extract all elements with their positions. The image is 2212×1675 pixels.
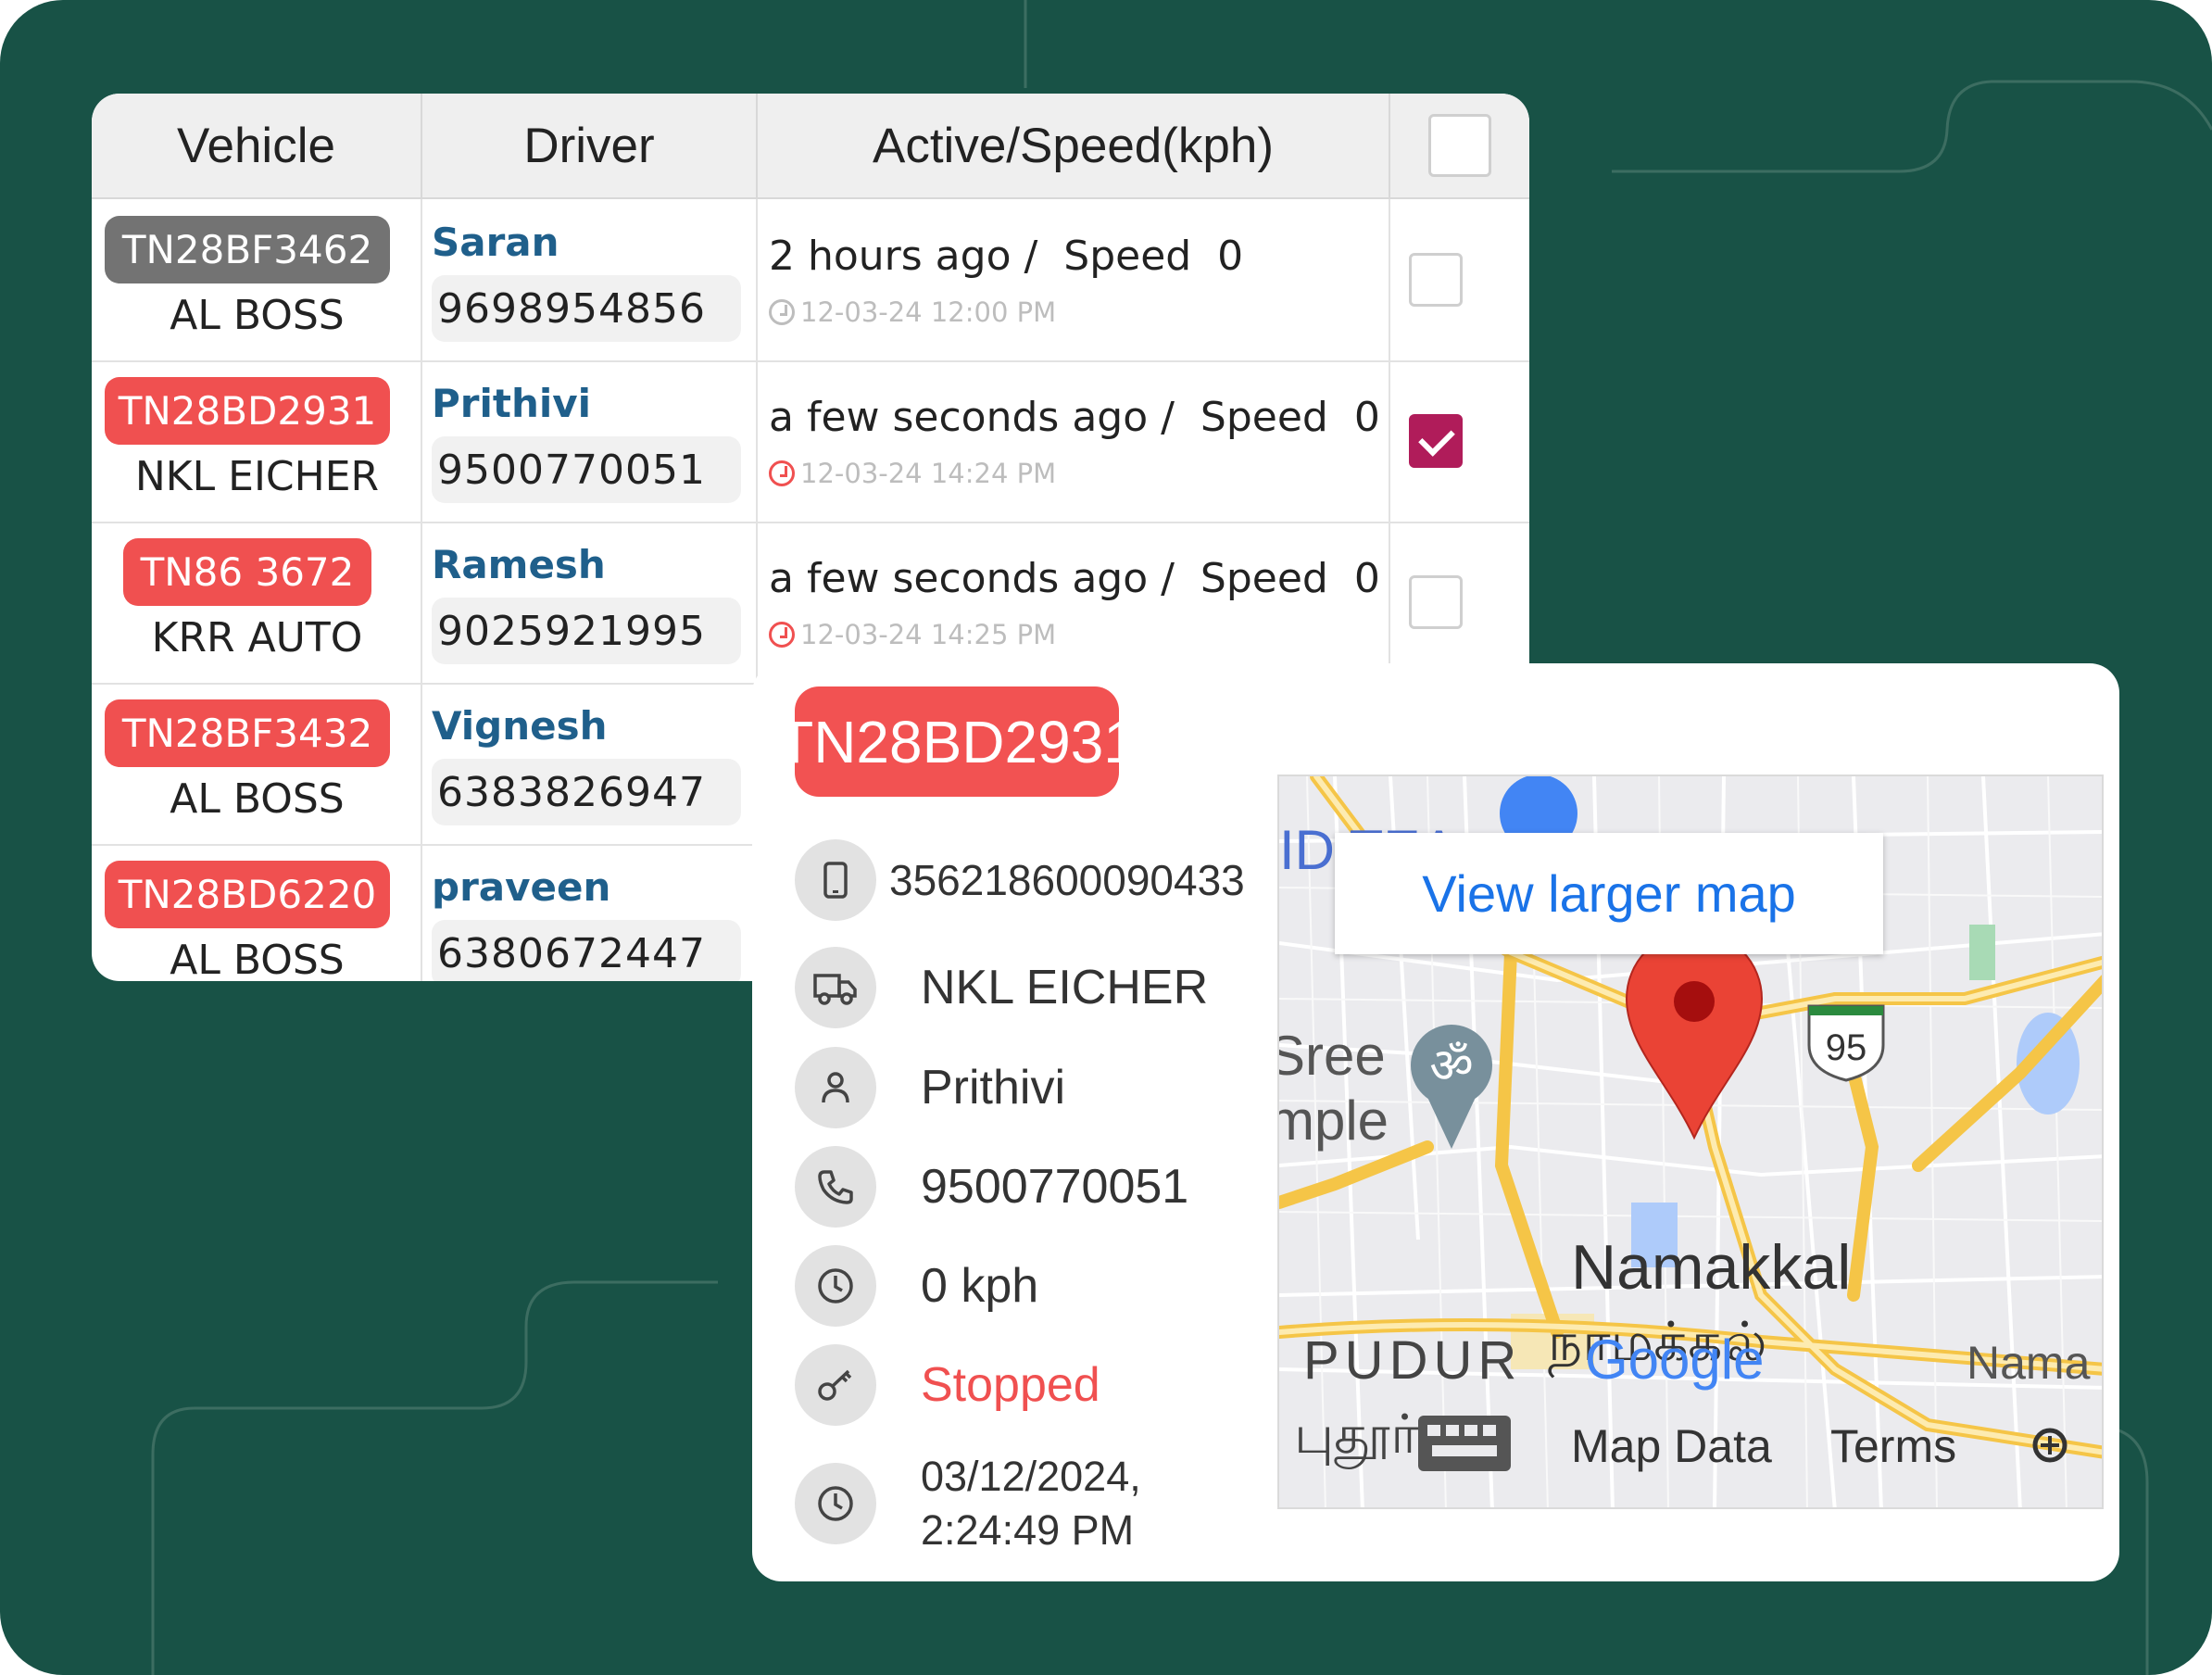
speed-value: 0 kph [921,1259,1039,1313]
last-update: 12-03-24 12:00 PM [769,296,1056,328]
phone-device-icon [795,839,876,921]
vehicle-name: KRR AUTO [151,614,363,661]
table-row[interactable]: TN28BD2931 NKL EICHER Prithivi 950077005… [92,360,1529,523]
plate-badge[interactable]: TN28BF3462 [105,216,390,283]
column-header-vehicle[interactable]: Vehicle [92,94,422,197]
row-checkbox[interactable] [1409,414,1463,468]
datetime-row: 03/12/2024, 2:24:49 PM [795,1453,1141,1554]
truck-icon [795,947,876,1028]
map-label-sree: Sree [1279,1025,1386,1087]
map-label-mple: mple [1279,1089,1389,1152]
column-header-select [1390,94,1529,197]
imei-value: 356218600090433 [889,856,1245,904]
last-update: 12-03-24 14:25 PM [769,619,1056,650]
driver-name[interactable]: praveen [432,864,610,910]
table-row[interactable]: TN28BF3462 AL BOSS Saran 9698954856 2 ho… [92,199,1529,362]
driver-cell: Prithivi 9500770051 [422,360,758,522]
temple-icon: ॐ [1429,1039,1473,1094]
phone-row: 9500770051 [795,1145,1188,1228]
timestamp: 12-03-24 14:25 PM [800,619,1057,650]
table-header: Vehicle Driver Active/Speed(kph) [92,94,1529,199]
clock-icon [795,1245,876,1327]
datetime-value: 03/12/2024, 2:24:49 PM [921,1450,1141,1557]
driver-cell: Saran 9698954856 [422,199,758,360]
vehicle-name: AL BOSS [170,292,345,339]
phone-value[interactable]: 9500770051 [921,1159,1188,1215]
driver-cell: Vignesh 6383826947 [422,683,758,844]
activity-speed: a few seconds ago / Speed 0 [769,394,1380,441]
map-label-nama: Nama [1967,1337,2091,1389]
vehicle-value: NKL EICHER [921,961,1209,1014]
last-update: 12-03-24 14:24 PM [769,458,1056,489]
driver-phone: 9500770051 [432,436,741,503]
phone-call-icon [795,1146,876,1228]
driver-phone: 9698954856 [432,275,741,342]
timestamp: 12-03-24 12:00 PM [800,296,1057,328]
map-embed[interactable]: 95 ॐ ID TEA Sree mple Namakkal நாமக்கல் … [1277,775,2104,1509]
plate-badge[interactable]: TN28BD6220 [105,861,390,928]
select-cell [1390,199,1529,360]
map-label-pudur: PUDUR [1303,1330,1522,1391]
map-label-pudur-tamil: புதூர் [1294,1403,1419,1469]
imei-row: 356218600090433 [795,838,1245,922]
select-cell [1390,360,1529,522]
vehicle-name: NKL EICHER [134,453,380,500]
clock-icon [769,622,795,648]
clock-icon [795,1463,876,1544]
driver-name[interactable]: Vignesh [432,703,608,749]
vehicle-cell: TN28BD6220 AL BOSS [92,844,422,981]
plate-badge[interactable]: TN86 3672 [123,538,371,606]
driver-cell: Ramesh 9025921995 [422,522,758,683]
status-cell: a few seconds ago / Speed 0 12-03-24 14:… [758,522,1390,683]
driver-name[interactable]: Prithivi [432,381,591,426]
column-header-status[interactable]: Active/Speed(kph) [758,94,1390,197]
clock-icon [769,460,795,486]
person-icon [795,1047,876,1128]
vehicle-name: AL BOSS [170,937,345,981]
driver-phone: 6380672447 [432,920,741,981]
table-row[interactable]: TN86 3672 KRR AUTO Ramesh 9025921995 a f… [92,522,1529,685]
driver-cell: praveen 6380672447 [422,844,758,981]
select-all-checkbox[interactable] [1428,114,1491,177]
vehicle-detail-popup: TN28BD2931 356218600090433 NKL EICHER Pr… [752,663,2119,1581]
status-cell: 2 hours ago / Speed 0 12-03-24 12:00 PM [758,199,1390,360]
driver-row: Prithivi [795,1046,1065,1129]
key-icon [795,1344,876,1426]
activity-speed: 2 hours ago / Speed 0 [769,233,1244,280]
map-label-city: Namakkal [1571,1232,1851,1303]
row-checkbox[interactable] [1409,253,1463,307]
time-line: 2:24:49 PM [921,1506,1135,1554]
clock-icon [769,299,795,325]
select-cell [1390,522,1529,683]
activity-speed: a few seconds ago / Speed 0 [769,555,1380,602]
map-data-link: Map Data [1571,1420,1772,1472]
plate-badge[interactable]: TN28BD2931 [105,377,390,445]
driver-name[interactable]: Saran [432,220,559,265]
state-value: Stopped [921,1358,1100,1412]
driver-name[interactable]: Ramesh [432,542,606,587]
vehicle-row: NKL EICHER [795,946,1208,1029]
vehicle-cell: TN28BD2931 NKL EICHER [92,360,422,522]
vehicle-cell: TN86 3672 KRR AUTO [92,522,422,683]
ignition-row: Stopped [795,1343,1100,1427]
driver-value: Prithivi [921,1061,1066,1115]
plate-badge[interactable]: TN28BF3432 [105,699,390,767]
detail-plate-badge: TN28BD2931 [777,686,1137,797]
timestamp: 12-03-24 14:24 PM [800,458,1057,489]
date-line: 03/12/2024, [921,1453,1141,1500]
driver-phone: 9025921995 [432,598,741,664]
terms-link: Terms [1830,1420,1956,1472]
route-number: 95 [1826,1027,1867,1068]
row-checkbox[interactable] [1409,575,1463,629]
google-logo: Google [1585,1329,1764,1391]
status-cell: a few seconds ago / Speed 0 12-03-24 14:… [758,360,1390,522]
vehicle-cell: TN28BF3432 AL BOSS [92,683,422,844]
vehicle-cell: TN28BF3462 AL BOSS [92,199,422,360]
view-larger-map-link[interactable]: View larger map [1335,833,1883,954]
vehicle-name: AL BOSS [170,775,345,823]
column-header-driver[interactable]: Driver [422,94,758,197]
driver-phone: 6383826947 [432,759,741,825]
speed-row: 0 kph [795,1244,1038,1328]
